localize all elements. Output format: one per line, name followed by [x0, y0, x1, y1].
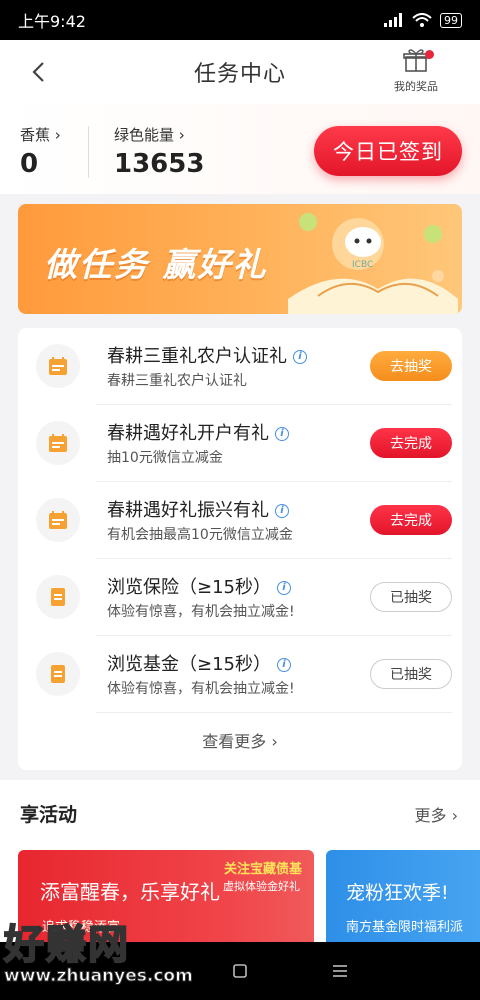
task-subtitle: 体验有惊喜，有机会抽立减金! [107, 681, 295, 697]
watermark-text: 好赚网 [3, 921, 130, 969]
calendar-icon [36, 498, 80, 542]
promo-banner[interactable]: 做任务 赢好礼 ICBC [18, 204, 462, 314]
my-prizes-label: 我的奖品 [394, 80, 438, 93]
list-item: 春耕遇好礼振兴有礼 i 有机会抽最高10元微信立减金 去完成 [18, 482, 462, 559]
list-item: 浏览基金（≥15秒） i 体验有惊喜，有机会抽立减金! 已抽奖 [18, 636, 462, 713]
my-prizes-button[interactable]: 我的奖品 [388, 48, 444, 94]
activities-header: 享活动 更多 › [0, 780, 480, 842]
menu-icon [333, 965, 347, 977]
banner-badge: ICBC [352, 260, 374, 270]
checkin-button[interactable]: 今日已签到 [314, 126, 462, 176]
task-action-button[interactable]: 去抽奖 [370, 351, 452, 381]
info-icon[interactable]: i [275, 504, 289, 518]
activity-card-title: 添富醒春，乐享好礼 [40, 880, 220, 904]
view-more-link[interactable]: 查看更多 › [18, 728, 462, 752]
task-title: 浏览基金（≥15秒） i [107, 650, 291, 676]
page-title: 任务中心 [193, 62, 286, 87]
activities-more-link[interactable]: 更多 › [415, 802, 459, 826]
calendar-icon [36, 344, 80, 388]
divider [96, 712, 452, 713]
status-time: 上午9:42 [18, 12, 86, 31]
wifi-icon [412, 13, 432, 27]
info-icon[interactable]: i [277, 581, 291, 595]
activity-card-subtitle: 南方基金限时福利派 [346, 920, 464, 935]
calendar-icon [36, 421, 80, 465]
green-energy-value: 13653 [114, 149, 205, 179]
task-title: 浏览保险（≥15秒） i [107, 573, 291, 599]
task-action-button[interactable]: 已抽奖 [370, 659, 452, 689]
home-button[interactable] [228, 959, 252, 983]
activity-card-title: 宠粉狂欢季! [346, 882, 449, 904]
document-icon [36, 575, 80, 619]
info-icon[interactable]: i [277, 658, 291, 672]
section-title: 享活动 [20, 804, 78, 826]
status-icons: 99 [384, 12, 462, 28]
activity-card-tag2: 虚拟体验金好礼 [223, 880, 300, 893]
list-item: 春耕三重礼农户认证礼 i 春耕三重礼农户认证礼 去抽奖 [18, 328, 462, 405]
back-button[interactable] [20, 54, 56, 90]
activity-card-tag: 关注宝藏债基 [223, 862, 302, 877]
task-action-button[interactable]: 去完成 [370, 428, 452, 458]
banana-value: 0 [20, 149, 39, 179]
watermark-url: www.zhuanyes.com [4, 966, 194, 987]
watermark: 好赚网 www.zhuanyes.com [3, 912, 194, 987]
menu-button[interactable] [328, 959, 352, 983]
activity-card[interactable]: 宠粉狂欢季! 南方基金限时福利派 [326, 850, 480, 942]
task-title: 春耕遇好礼开户有礼 i [107, 419, 289, 445]
banana-label: 香蕉 › [20, 126, 61, 144]
list-item: 春耕遇好礼开户有礼 i 抽10元微信立减金 去完成 [18, 405, 462, 482]
notification-dot [425, 50, 434, 59]
task-action-button[interactable]: 去完成 [370, 505, 452, 535]
list-item: 浏览保险（≥15秒） i 体验有惊喜，有机会抽立减金! 已抽奖 [18, 559, 462, 636]
signal-icon [384, 13, 402, 27]
header: 任务中心 我的奖品 [0, 40, 480, 104]
task-title: 春耕遇好礼振兴有礼 i [107, 496, 289, 522]
stats-divider [88, 126, 89, 178]
square-icon [233, 964, 247, 978]
task-list: 春耕三重礼农户认证礼 i 春耕三重礼农户认证礼 去抽奖 春耕遇好礼开户有礼 i 抽1… [18, 328, 462, 770]
chevron-left-icon [32, 62, 44, 82]
document-icon [36, 652, 80, 696]
task-subtitle: 有机会抽最高10元微信立减金 [107, 527, 293, 543]
green-energy-label: 绿色能量 › [114, 126, 185, 144]
task-subtitle: 春耕三重礼农户认证礼 [107, 373, 247, 389]
task-title: 春耕三重礼农户认证礼 i [107, 342, 307, 368]
green-energy-stat[interactable]: 绿色能量 › 13653 [114, 124, 204, 179]
task-subtitle: 体验有惊喜，有机会抽立减金! [107, 604, 295, 620]
task-action-button[interactable]: 已抽奖 [370, 582, 452, 612]
stats-card: 香蕉 › 0 绿色能量 › 13653 今日已签到 [0, 104, 480, 194]
banana-stat[interactable]: 香蕉 › 0 [20, 124, 61, 179]
info-icon[interactable]: i [293, 350, 307, 364]
info-icon[interactable]: i [275, 427, 289, 441]
task-subtitle: 抽10元微信立减金 [107, 450, 223, 466]
battery-icon: 99 [440, 12, 462, 28]
status-bar: 上午9:42 99 [0, 0, 480, 40]
banner-title: 做任务 赢好礼 [44, 245, 268, 284]
